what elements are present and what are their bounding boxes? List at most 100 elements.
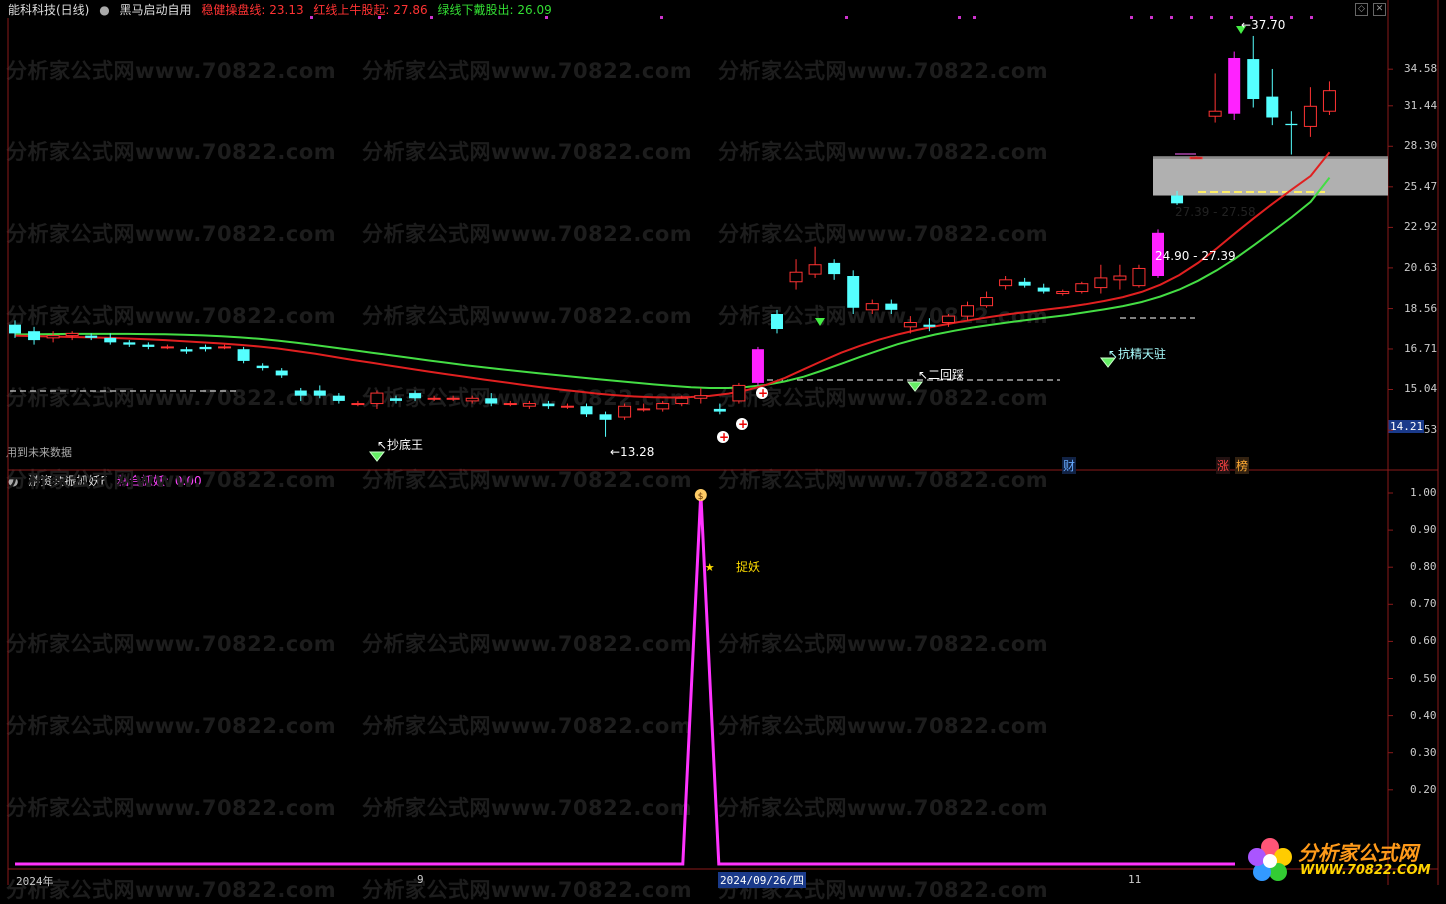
candle-body [637,408,651,411]
logo-main-text: 分析家公式网 [1298,841,1418,865]
signal-dot [1230,16,1233,19]
candle-body [409,393,422,399]
resistance-zone-lower [1153,158,1388,196]
low-price-label: ←13.28 [610,445,655,459]
tag-cai: 财 [1062,457,1077,474]
candle-body [599,414,612,420]
candle-body [1113,275,1127,281]
candle-body [732,384,746,402]
candle-body [675,397,689,405]
candle-body [1322,90,1336,112]
candle-body [180,349,193,352]
candle-body [104,337,117,343]
signal-dot [845,16,848,19]
candle-body [713,408,726,412]
candle-body [847,276,860,308]
retest-label: ↖二回踩 [918,368,965,382]
candle-body [618,405,632,418]
star-icon: ★ [705,561,715,574]
logo-url-text: WWW.70822.COM [1300,863,1431,878]
signal-dot [310,16,313,19]
candle-body [961,305,974,317]
candle-body [789,271,803,283]
candle-body [941,315,955,324]
candle-body [237,349,250,361]
flower-logo-icon [1248,838,1292,881]
diamond-icon [906,381,924,392]
candle-body [1018,281,1031,286]
signal-dot [1190,16,1193,19]
candle-body [218,346,232,349]
sub-series-line [15,492,1235,866]
candle-body [885,303,898,310]
candle-body [828,262,841,275]
catch-demon-label: 捉妖 [736,560,761,574]
candle-body [1208,110,1222,117]
candle-body [1285,123,1298,126]
candle-body [313,390,326,396]
candle-body [256,365,269,369]
signal-dot [1130,16,1133,19]
candle-body [332,395,345,401]
price-chart[interactable]: + + + $ ★ [0,0,1446,889]
candle-body [999,279,1013,287]
money-bag-glyph: $ [698,492,704,502]
candle-body [980,297,994,307]
candle-body [199,346,212,350]
diamond-icon [368,451,386,462]
candle-body [446,397,460,400]
plus-sign: + [738,417,748,431]
plus-sign: + [719,430,729,444]
candle-body [1228,57,1241,114]
gap-fill-label: ↖抗精天驻 [1108,347,1167,361]
chart-app: 能科科技(日线) ● 黑马启动自用 稳健操盘线: 23.13 红线上牛股起: 2… [0,0,1446,902]
signal-dot [973,16,976,19]
candle-body [46,335,60,339]
candle-body [142,344,155,347]
candle-body [923,324,936,327]
candle-body [1303,105,1317,127]
signal-dot [1170,16,1173,19]
signal-dot [958,16,961,19]
signal-dot [1150,16,1153,19]
candle-body [390,398,402,401]
candle-body [370,392,384,405]
candle-body [65,332,79,337]
candle-body [656,403,670,410]
signal-dot [430,16,433,19]
candle-body [542,403,555,407]
candle-body [694,395,708,399]
candle-body [1056,291,1070,295]
candle-body [503,403,517,406]
high-price-label: ←37.70 [1241,18,1286,32]
candle-body [275,370,288,376]
candle-body [1037,287,1050,292]
candle-body [1075,283,1089,293]
candle-body [1094,277,1108,289]
zone-lower-label: 24.90 - 27.39 [1155,249,1236,263]
candle-body [808,264,822,275]
candle-body [351,403,365,406]
candle-body [903,322,917,328]
candle-body [560,405,574,408]
candle-body [485,398,498,404]
candle-body [580,406,593,415]
plus-sign: + [758,386,768,400]
signal-dot [1290,16,1293,19]
brand-logo: 分析家公式网 WWW.70822.COM [1242,833,1442,885]
candle-body [1247,59,1260,100]
candle-body [85,335,98,338]
candle-body [465,397,479,402]
candle-body [294,390,307,396]
signal-dot [378,16,381,19]
candle-body [160,346,174,349]
tag-zhang: 涨 [1216,457,1231,474]
candle-body [771,314,783,330]
signal-dot [1310,16,1313,19]
candle-body [123,342,136,345]
signal-dot [545,16,548,19]
candle-body [1266,96,1279,118]
candle-body [9,324,21,334]
candle-body [751,349,764,383]
down-arrow-icon [815,318,825,326]
